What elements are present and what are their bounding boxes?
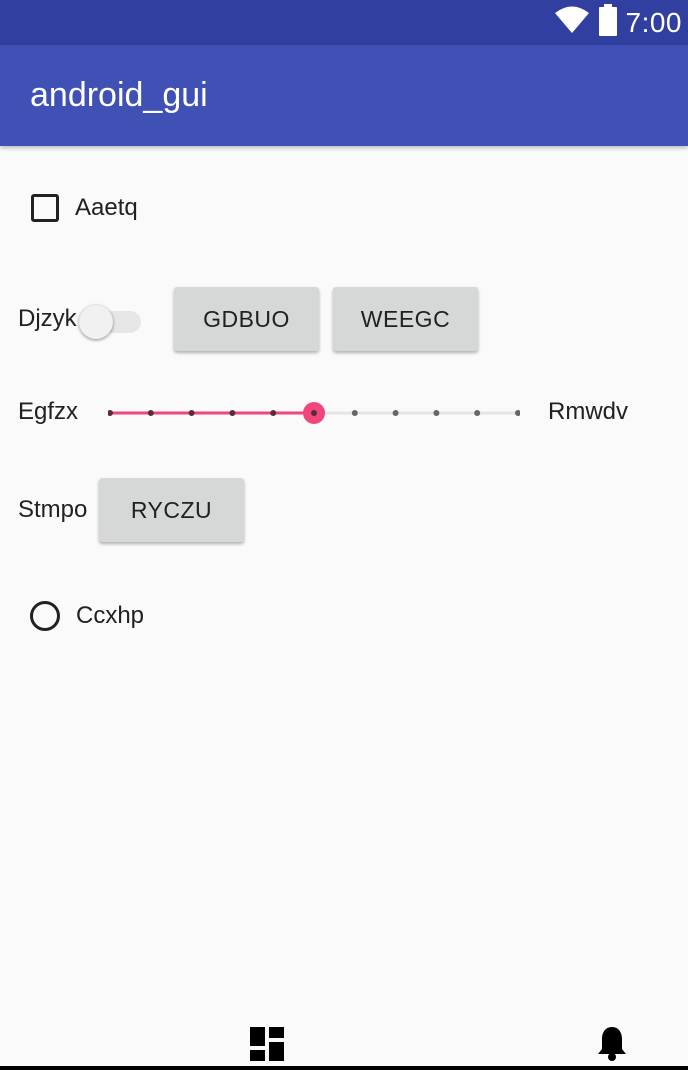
weegc-button[interactable]: WEEGC xyxy=(333,287,478,351)
radio-circle[interactable] xyxy=(30,601,60,631)
seekbar-tick xyxy=(108,410,113,416)
seekbar-tick xyxy=(474,410,481,416)
battery-icon xyxy=(598,4,618,41)
slider-left-label: Egfzx xyxy=(18,398,79,425)
notification-bell-icon[interactable] xyxy=(596,1025,628,1066)
seekbar-tick xyxy=(229,410,236,416)
wifi-icon xyxy=(554,6,590,39)
bottom-divider xyxy=(0,1066,688,1070)
checkbox-label: Aaetq xyxy=(75,194,138,221)
switch-djzyk[interactable] xyxy=(77,299,141,339)
dashboard-icon[interactable] xyxy=(250,1027,284,1066)
status-icons: 7:00 xyxy=(554,0,683,45)
status-bar: 7:00 xyxy=(0,0,688,45)
seekbar-graphic[interactable] xyxy=(108,396,520,430)
seekbar-tick xyxy=(515,410,520,416)
radio-ccxhp[interactable]: Ccxhp xyxy=(30,601,144,631)
seekbar-tick xyxy=(433,410,440,416)
content-area: Aaetq Djzyk GDBUO WEEGC Egfzx Rmwdv Stmp… xyxy=(0,146,688,1036)
status-time: 7:00 xyxy=(625,7,682,38)
app-title: android_gui xyxy=(30,76,208,114)
checkbox-box[interactable] xyxy=(31,194,59,222)
seekbar[interactable] xyxy=(108,396,520,430)
switch-label: Djzyk xyxy=(18,305,77,332)
switch-thumb[interactable] xyxy=(78,305,113,339)
seekbar-thumb-tick xyxy=(311,410,317,416)
seekbar-tick xyxy=(188,410,195,416)
seekbar-tick xyxy=(270,410,277,416)
bottom-bar xyxy=(0,1027,688,1070)
stmpo-label: Stmpo xyxy=(18,496,88,523)
checkbox-aaetq[interactable]: Aaetq xyxy=(31,194,138,222)
seekbar-tick xyxy=(147,410,154,416)
seekbar-tick xyxy=(351,410,358,416)
switch-row: Djzyk xyxy=(18,286,141,352)
seekbar-tick xyxy=(392,410,399,416)
ryczu-button[interactable]: RYCZU xyxy=(99,478,244,542)
stmpo-row: Stmpo xyxy=(18,478,87,542)
radio-label: Ccxhp xyxy=(76,602,145,629)
gdbuo-button[interactable]: GDBUO xyxy=(174,287,319,351)
app-bar: android_gui xyxy=(0,45,688,146)
slider-right-label: Rmwdv xyxy=(548,398,629,425)
